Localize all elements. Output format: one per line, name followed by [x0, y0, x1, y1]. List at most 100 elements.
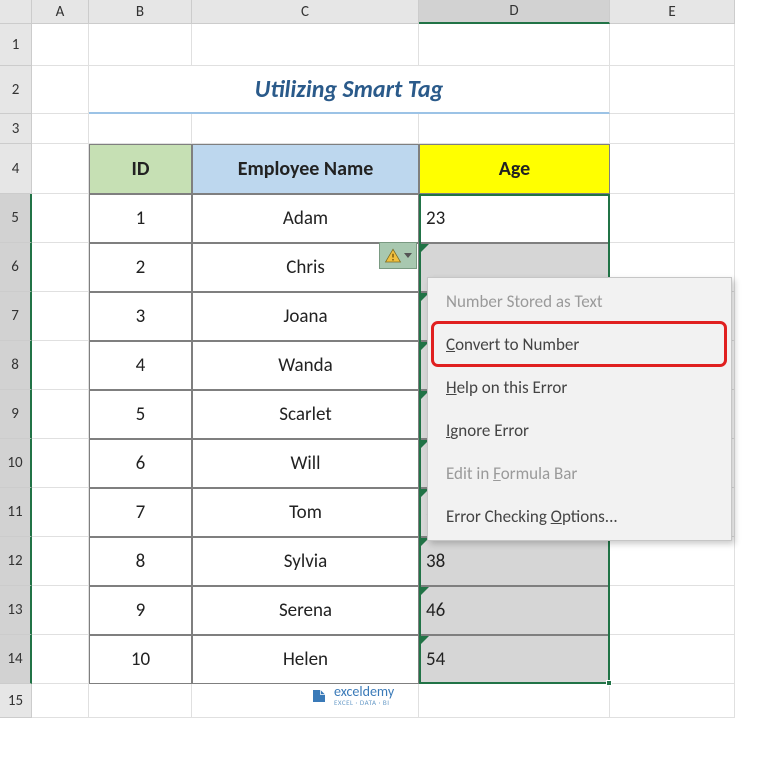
row-header-10[interactable]: 10 [0, 439, 32, 488]
row-header-12[interactable]: 12 [0, 537, 32, 586]
col-header-a[interactable]: A [32, 0, 89, 24]
select-all-corner[interactable] [0, 0, 32, 24]
cell-a3[interactable] [32, 114, 89, 144]
cell-id-9[interactable]: 5 [89, 390, 192, 439]
cell-name-13[interactable]: Serena [192, 586, 419, 635]
cell-a10[interactable] [32, 439, 89, 488]
cell-name-9[interactable]: Scarlet [192, 390, 419, 439]
menu-help-label: elp on this Error [457, 377, 568, 398]
menu-convert-label: onvert to Number [455, 334, 579, 355]
cell-a7[interactable] [32, 292, 89, 341]
cell-a13[interactable] [32, 586, 89, 635]
cell-a1[interactable] [32, 24, 89, 66]
cell-id-8[interactable]: 4 [89, 341, 192, 390]
cell-id-10[interactable]: 6 [89, 439, 192, 488]
menu-edit-label: Edit in [446, 463, 493, 484]
cell-age-14[interactable]: 54 [419, 635, 610, 684]
cell-id-7[interactable]: 3 [89, 292, 192, 341]
cell-name-11[interactable]: Tom [192, 488, 419, 537]
smart-tag-menu: Number Stored as Text Convert to Number … [427, 277, 732, 541]
row-header-6[interactable]: 6 [0, 243, 32, 292]
cell-name-10[interactable]: Will [192, 439, 419, 488]
cell-name-14[interactable]: Helen [192, 635, 419, 684]
cell-b1[interactable] [89, 24, 192, 66]
cell-e12[interactable] [610, 537, 735, 586]
smart-tag-button[interactable] [379, 242, 417, 269]
row-header-3[interactable]: 3 [0, 114, 32, 144]
cell-a2[interactable] [32, 66, 89, 114]
menu-help-on-error[interactable]: Help on this Error [430, 366, 729, 409]
column-headers: A B C D E [32, 0, 767, 24]
col-header-c[interactable]: C [192, 0, 419, 24]
cell-name-7[interactable]: Joana [192, 292, 419, 341]
cell-a8[interactable] [32, 341, 89, 390]
watermark: exceldemy EXCEL · DATA · BI [310, 685, 394, 706]
watermark-name: exceldemy [334, 685, 394, 699]
cell-b3[interactable] [89, 114, 192, 144]
cell-name-8[interactable]: Wanda [192, 341, 419, 390]
cell-e3[interactable] [610, 114, 735, 144]
cell-d3[interactable] [419, 114, 610, 144]
cell-age-12[interactable]: 38 [419, 537, 610, 586]
col-header-e[interactable]: E [610, 0, 735, 24]
cell-a5[interactable] [32, 194, 89, 243]
cell-age-5[interactable]: 23 [419, 194, 610, 243]
row-header-9[interactable]: 9 [0, 390, 32, 439]
cell-e15[interactable] [610, 684, 735, 718]
cell-c3[interactable] [192, 114, 419, 144]
title-cell[interactable]: Utilizing Smart Tag [89, 66, 610, 114]
cell-id-12[interactable]: 8 [89, 537, 192, 586]
menu-convert-to-number[interactable]: Convert to Number [430, 323, 729, 366]
cell-id-14[interactable]: 10 [89, 635, 192, 684]
row-header-8[interactable]: 8 [0, 341, 32, 390]
row-headers: 1 2 3 4 5 6 7 8 9 10 11 12 13 14 15 [0, 0, 32, 718]
cell-a6[interactable] [32, 243, 89, 292]
cell-a15[interactable] [32, 684, 89, 718]
cell-a12[interactable] [32, 537, 89, 586]
cell-e13[interactable] [610, 586, 735, 635]
menu-edit-formula-bar[interactable]: Edit in Formula Bar [430, 452, 729, 495]
logo-icon [310, 687, 328, 705]
row-header-13[interactable]: 13 [0, 586, 32, 635]
cell-id-13[interactable]: 9 [89, 586, 192, 635]
cell-a14[interactable] [32, 635, 89, 684]
row-header-4[interactable]: 4 [0, 144, 32, 194]
cell-b15[interactable] [89, 684, 192, 718]
row-header-11[interactable]: 11 [0, 488, 32, 537]
cell-e5[interactable] [610, 194, 735, 243]
cell-name-5[interactable]: Adam [192, 194, 419, 243]
cell-name-12[interactable]: Sylvia [192, 537, 419, 586]
cell-id-6[interactable]: 2 [89, 243, 192, 292]
menu-header: Number Stored as Text [430, 280, 729, 323]
cell-a4[interactable] [32, 144, 89, 194]
row-header-5[interactable]: 5 [0, 194, 32, 243]
header-age[interactable]: Age [419, 144, 610, 194]
cell-a9[interactable] [32, 390, 89, 439]
warning-icon [384, 247, 402, 265]
menu-ignore-error[interactable]: Ignore Error [430, 409, 729, 452]
cell-a11[interactable] [32, 488, 89, 537]
cell-e1[interactable] [610, 24, 735, 66]
col-header-b[interactable]: B [89, 0, 192, 24]
row-header-2[interactable]: 2 [0, 66, 32, 114]
cell-e2[interactable] [610, 66, 735, 114]
menu-ignore-label: gnore Error [450, 420, 529, 441]
header-id[interactable]: ID [89, 144, 192, 194]
cell-e4[interactable] [610, 144, 735, 194]
menu-error-checking-options[interactable]: Error Checking Options... [430, 495, 729, 538]
row-header-7[interactable]: 7 [0, 292, 32, 341]
cell-id-11[interactable]: 7 [89, 488, 192, 537]
row-header-1[interactable]: 1 [0, 24, 32, 66]
cell-e14[interactable] [610, 635, 735, 684]
dropdown-arrow-icon [404, 253, 412, 258]
watermark-sub: EXCEL · DATA · BI [334, 699, 394, 706]
cell-d1[interactable] [419, 24, 610, 66]
row-header-15[interactable]: 15 [0, 684, 32, 718]
cell-c1[interactable] [192, 24, 419, 66]
cell-age-13[interactable]: 46 [419, 586, 610, 635]
cell-id-5[interactable]: 1 [89, 194, 192, 243]
row-header-14[interactable]: 14 [0, 635, 32, 684]
header-name[interactable]: Employee Name [192, 144, 419, 194]
col-header-d[interactable]: D [419, 0, 610, 24]
cell-d15[interactable] [419, 684, 610, 718]
